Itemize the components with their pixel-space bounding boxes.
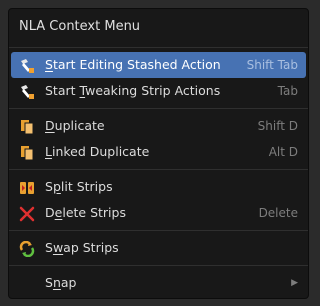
tweak-icon xyxy=(19,83,35,99)
snap-submenu-item[interactable]: Snap ▶ xyxy=(9,270,308,296)
menu-item-shortcut: Shift D xyxy=(257,119,298,133)
tweak-icon xyxy=(19,57,35,73)
start-editing-stashed-action-item[interactable]: Start Editing Stashed Action Shift Tab xyxy=(11,52,306,78)
swap-strips-item[interactable]: Swap Strips xyxy=(9,235,308,261)
menu-item-shortcut: Tab xyxy=(277,84,298,98)
menu-item-shortcut: Alt D xyxy=(268,145,298,159)
delete-icon xyxy=(19,205,35,222)
menu-title: NLA Context Menu xyxy=(19,19,141,34)
nla-context-menu: NLA Context Menu Start Editing Stashed A… xyxy=(8,8,309,299)
menu-item-label: Linked Duplicate xyxy=(45,144,150,159)
menu-item-label: Swap Strips xyxy=(45,240,119,255)
menu-item-shortcut: Shift Tab xyxy=(246,58,298,72)
linked-duplicate-item[interactable]: Linked Duplicate Alt D xyxy=(9,139,308,165)
menu-item-shortcut: Delete xyxy=(258,206,298,220)
menu-item-label: Start Editing Stashed Action xyxy=(45,57,221,72)
blank-icon xyxy=(19,275,35,291)
menu-separator xyxy=(9,265,308,266)
delete-strips-item[interactable]: Delete Strips Delete xyxy=(9,200,308,226)
start-tweaking-strip-actions-item[interactable]: Start Tweaking Strip Actions Tab xyxy=(9,78,308,104)
duplicate-icon xyxy=(19,118,35,135)
swap-icon xyxy=(19,240,35,258)
split-strips-item[interactable]: Split Strips xyxy=(9,174,308,200)
menu-item-label: Split Strips xyxy=(45,179,113,194)
menu-item-label: Delete Strips xyxy=(45,205,126,220)
menu-separator xyxy=(9,108,308,109)
duplicate-item[interactable]: Duplicate Shift D xyxy=(9,113,308,139)
duplicate-icon xyxy=(19,144,35,161)
menu-item-label: Start Tweaking Strip Actions xyxy=(45,83,221,98)
menu-item-label: Snap xyxy=(45,275,77,290)
menu-separator xyxy=(9,169,308,170)
submenu-arrow-icon: ▶ xyxy=(291,278,298,288)
menu-separator xyxy=(9,230,308,231)
split-icon xyxy=(19,179,35,195)
menu-separator xyxy=(9,47,308,48)
menu-item-label: Duplicate xyxy=(45,118,105,133)
